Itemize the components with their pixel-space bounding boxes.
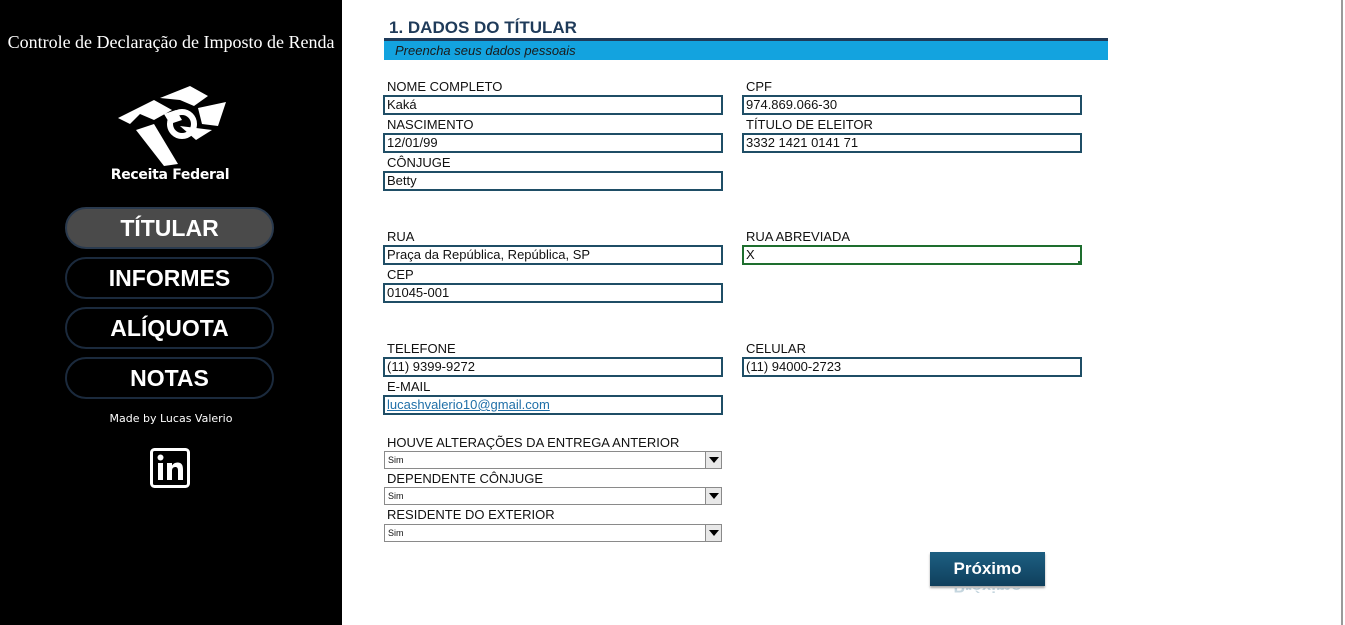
subtitle-bar: Preencha seus dados pessoais xyxy=(384,41,1108,60)
nome-label: NOME COMPLETO xyxy=(387,79,503,94)
conjuge-label: CÔNJUGE xyxy=(387,155,451,170)
telefone-field[interactable]: (11) 9399-9272 xyxy=(383,357,723,377)
nav-notas-button[interactable]: NOTAS xyxy=(65,357,274,399)
next-button-reflection-text: Próximo xyxy=(930,588,1045,600)
app-title: Controle de Declaração de Imposto de Ren… xyxy=(7,32,335,52)
linkedin-icon[interactable] xyxy=(150,448,190,488)
dependente-conjuge-label: DEPENDENTE CÔNJUGE xyxy=(387,471,544,486)
residente-exterior-select[interactable]: Sim xyxy=(384,524,722,542)
rua-label: RUA xyxy=(387,229,415,244)
telefone-label: TELEFONE xyxy=(387,341,456,356)
email-label: E-MAIL xyxy=(387,379,431,394)
nav-titular-button[interactable]: TÍTULAR xyxy=(65,207,274,249)
alteracoes-select[interactable]: Sim xyxy=(384,451,722,469)
next-button-reflection: Próximo xyxy=(930,588,1045,608)
email-field[interactable]: lucashvalerio10@gmail.com xyxy=(383,395,723,415)
subtitle-text: Preencha seus dados pessoais xyxy=(395,43,576,58)
alteracoes-label: HOUVE ALTERAÇÕES DA ENTREGA ANTERIOR xyxy=(387,435,680,450)
cell-selection-handle[interactable] xyxy=(1077,260,1080,263)
next-button[interactable]: Próximo xyxy=(930,552,1045,586)
dependente-conjuge-select[interactable]: Sim xyxy=(384,487,722,505)
nascimento-field[interactable]: 12/01/99 xyxy=(383,133,723,153)
celular-field[interactable]: (11) 94000-2723 xyxy=(742,357,1082,377)
cep-label: CEP xyxy=(387,267,414,282)
rua-abreviada-field[interactable]: X xyxy=(742,245,1082,265)
rua-field[interactable]: Praça da República, República, SP xyxy=(383,245,723,265)
titulo-eleitor-label: TÍTULO DE ELEITOR xyxy=(746,117,873,132)
nav-informes-button[interactable]: INFORMES xyxy=(65,257,274,299)
alteracoes-select-value: Sim xyxy=(388,455,404,465)
rua-abreviada-label: RUA ABREVIADA xyxy=(746,229,851,244)
chevron-down-icon[interactable] xyxy=(705,525,721,541)
receita-federal-emblem-icon xyxy=(118,86,226,166)
nome-field[interactable]: Kaká xyxy=(383,95,723,115)
nascimento-label: NASCIMENTO xyxy=(387,117,474,132)
nav-aliquota-button[interactable]: ALÍQUOTA xyxy=(65,307,274,349)
chevron-down-icon[interactable] xyxy=(705,488,721,504)
dependente-select-value: Sim xyxy=(388,491,404,501)
section-title: 1. DADOS DO TÍTULAR xyxy=(389,18,577,37)
cpf-field[interactable]: 974.869.066-30 xyxy=(742,95,1082,115)
celular-label: CELULAR xyxy=(746,341,806,356)
rua-abreviada-value: X xyxy=(746,247,755,262)
cpf-label: CPF xyxy=(746,79,772,94)
made-by-credit: Made by Lucas Valerio xyxy=(109,412,233,425)
cep-field[interactable]: 01045-001 xyxy=(383,283,723,303)
sidebar: Controle de Declaração de Imposto de Ren… xyxy=(0,0,342,625)
conjuge-field[interactable]: Betty xyxy=(383,171,723,191)
residente-exterior-label: RESIDENTE DO EXTERIOR xyxy=(387,507,555,522)
residente-select-value: Sim xyxy=(388,528,404,538)
logo-text: Receita Federal xyxy=(110,167,230,183)
titulo-eleitor-field[interactable]: 3332 1421 0141 71 xyxy=(742,133,1082,153)
receita-federal-logo: Receita Federal xyxy=(104,84,236,190)
chevron-down-icon[interactable] xyxy=(705,452,721,468)
